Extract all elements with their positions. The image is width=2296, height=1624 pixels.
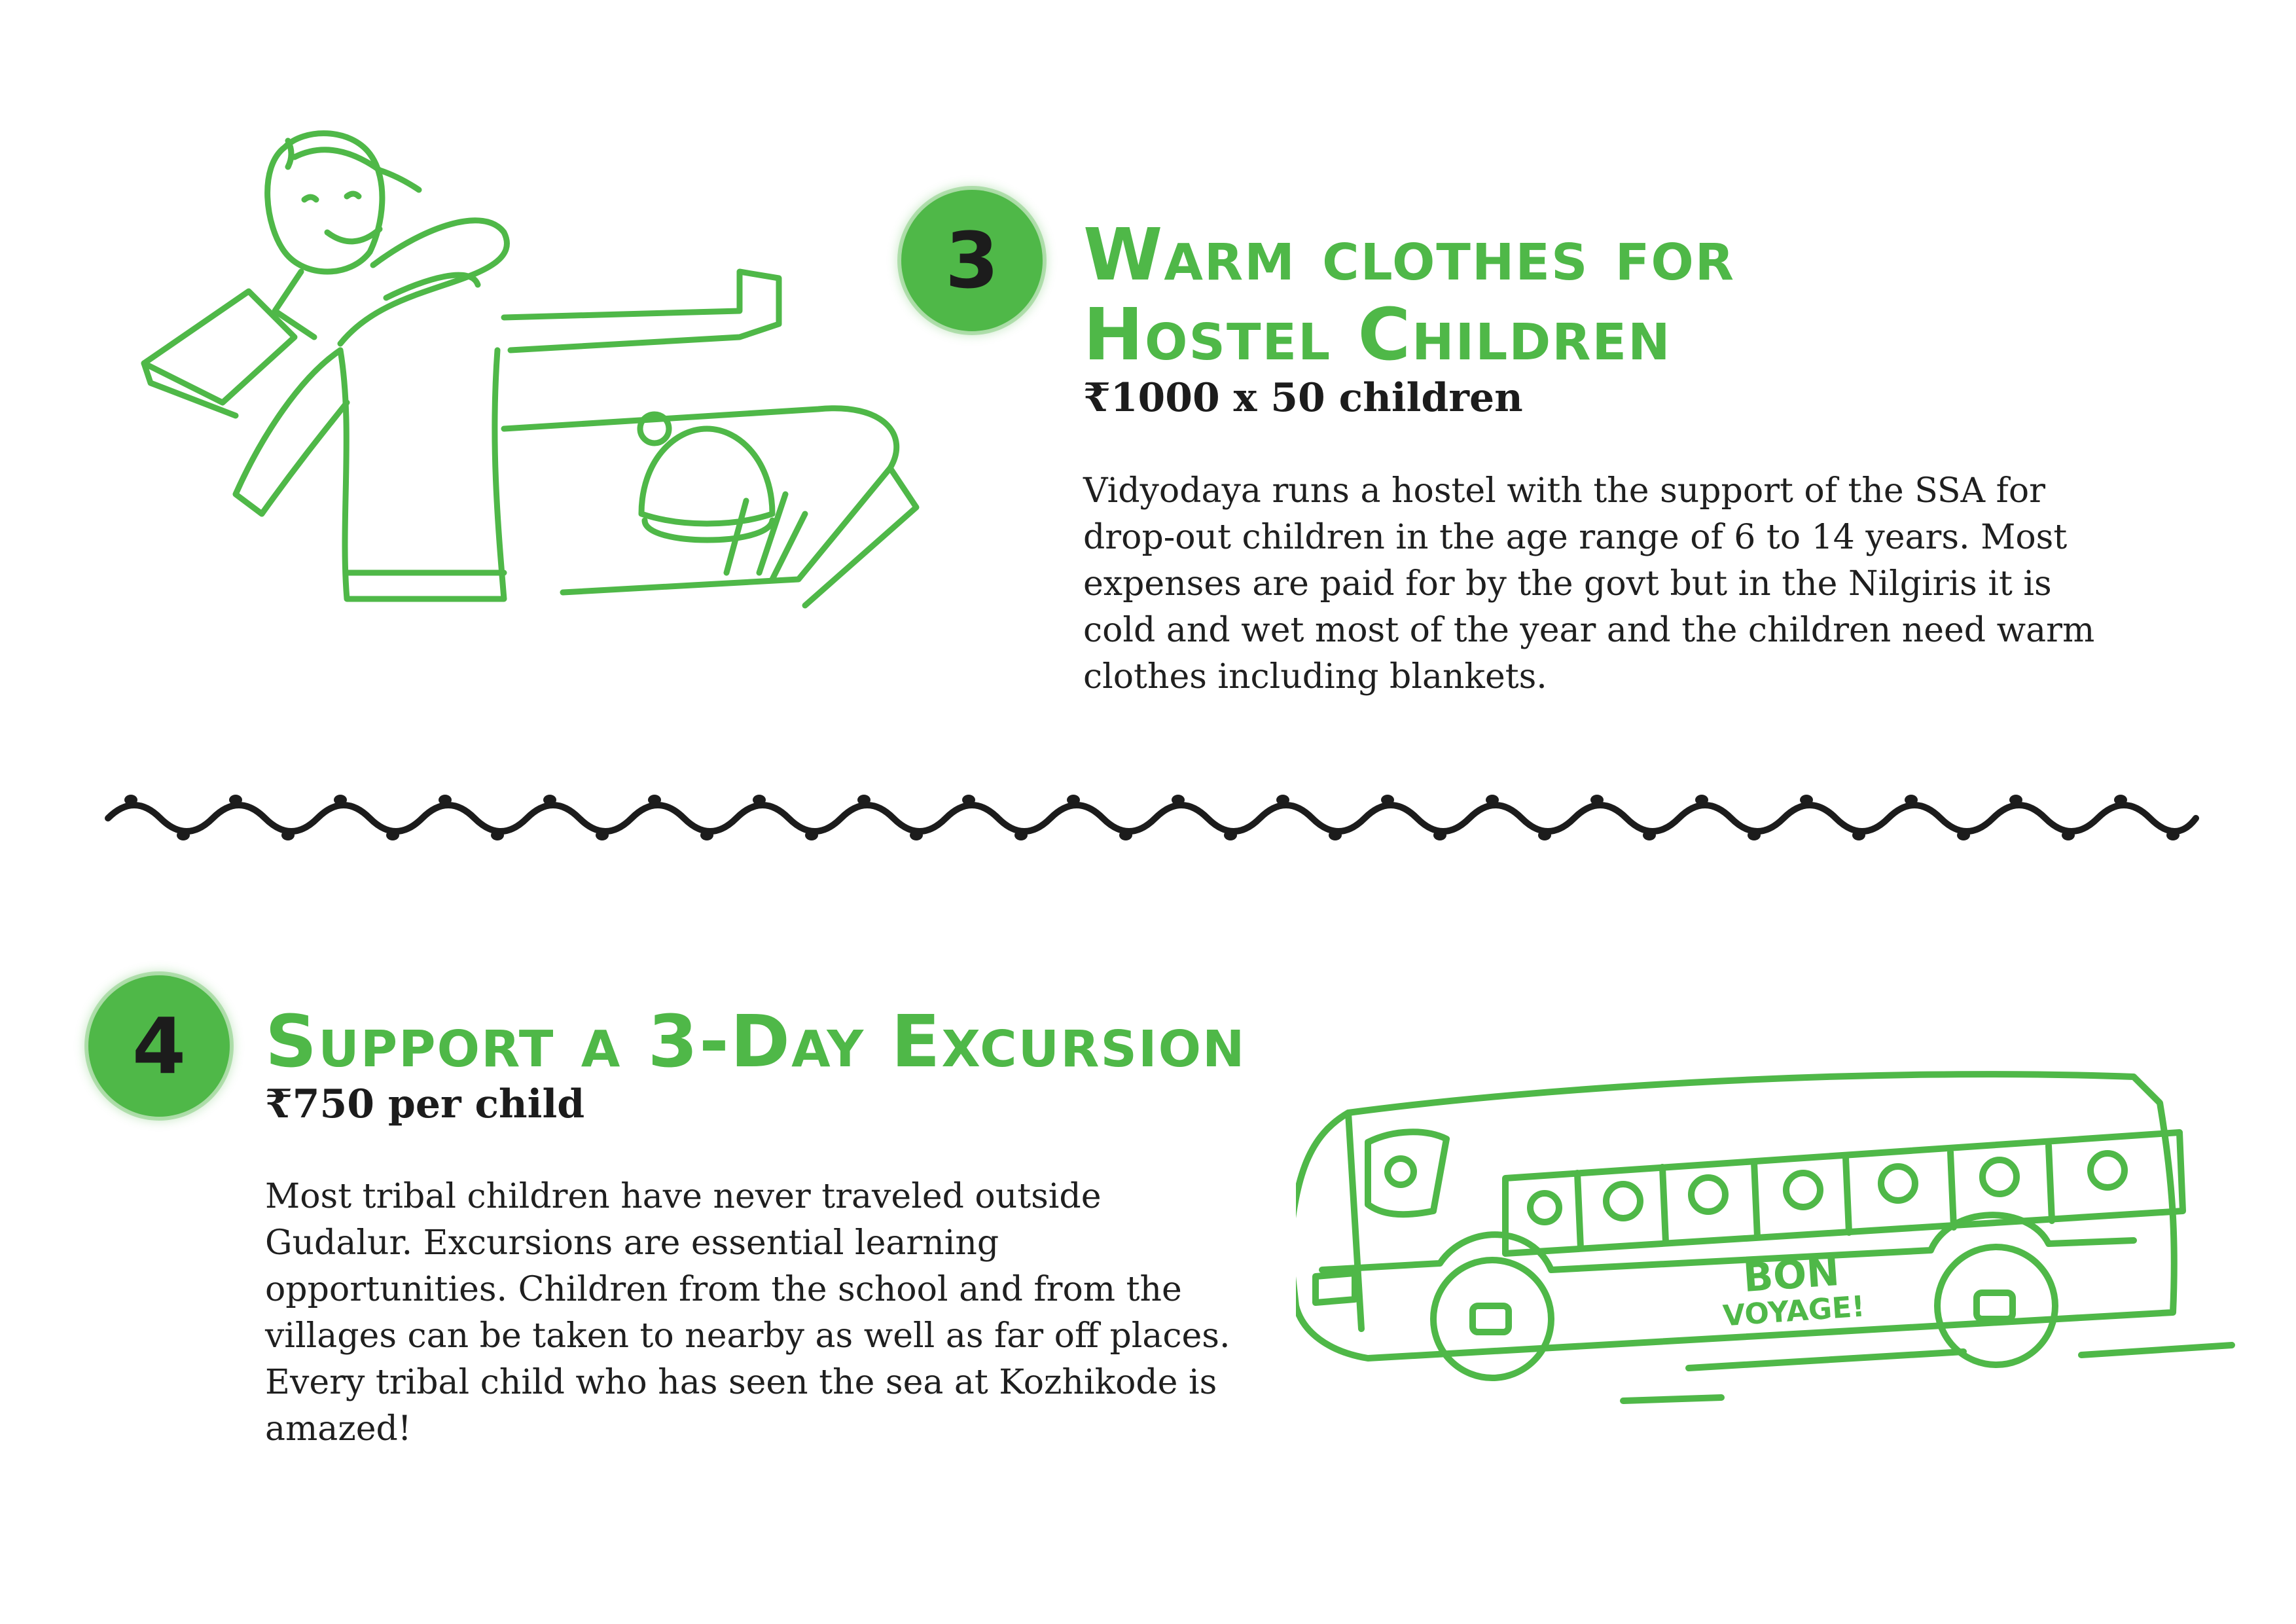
bus-sign: BON VOYAGE! [1719,1249,1866,1333]
school-bus-illustration: BON VOYAGE! [1296,1060,2238,1440]
description-line: amazed! [265,1409,412,1449]
description-line: Every tribal child who has seen the sea … [265,1363,1217,1402]
description-line: villages can be taken to nearby as well … [265,1316,1230,1356]
section-title-line1: Warm clothes for [1083,213,1736,297]
description-line: clothes including blankets. [1083,657,1547,696]
section-description: Most tribal children have never traveled… [265,1174,1230,1453]
description-line: Gudalur. Excursions are essential learni… [265,1223,999,1263]
description-line: Vidyodaya runs a hostel with the support… [1083,471,2046,511]
section-description: Vidyodaya runs a hostel with the support… [1083,468,2094,700]
section-price: ₹1000 x 50 children [1083,375,1523,421]
section-price: ₹750 per child [265,1081,585,1127]
section-number: 4 [132,1001,187,1091]
section-number: 3 [944,215,999,306]
section-title: Support a 3-Day Excursion [265,1000,1246,1083]
description-line: opportunities. Children from the school … [265,1270,1182,1309]
description-line: cold and wet most of the year and the ch… [1083,611,2095,650]
decorative-divider [105,772,2199,851]
section-number-badge: 4 [88,975,230,1117]
description-line: Most tribal children have never traveled… [265,1177,1102,1216]
description-line: expenses are paid for by the govt but in… [1083,564,2052,604]
section-title-line2: Hostel Children [1083,293,1672,376]
boy-warm-clothes-illustration [98,121,923,638]
section-number-badge: 3 [901,190,1043,331]
description-line: drop-out children in the age range of 6 … [1083,518,2068,557]
section-3-heading: Warm clothes for Hostel Children [1083,215,1735,374]
